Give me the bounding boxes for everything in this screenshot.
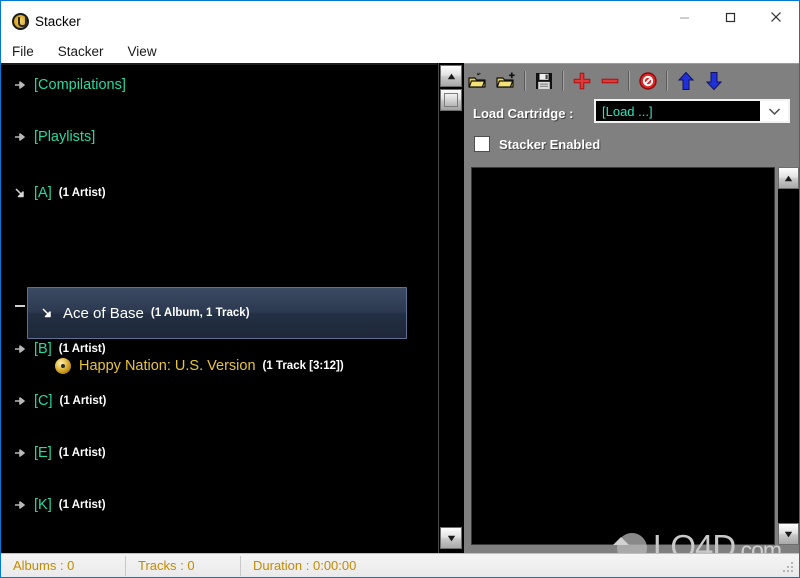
tree-item-count: (1 Artist) <box>59 395 107 407</box>
open-folder-button[interactable] <box>464 67 492 95</box>
load-cartridge-value: [Load ...] <box>602 103 653 119</box>
save-button[interactable] <box>530 67 558 95</box>
app-logo-icon <box>12 12 29 30</box>
remove-button[interactable] <box>596 67 624 95</box>
stacker-list-scrollbar[interactable] <box>778 167 799 545</box>
tree-item-group-a[interactable]: [A] (1 Artist) <box>1 179 437 207</box>
stacker-enabled-label: Stacker Enabled <box>499 136 601 152</box>
artist-label: Ace of Base <box>63 304 144 322</box>
menu-bar: File Stacker View <box>1 41 799 63</box>
tree-item-label: [Compilations] <box>34 77 126 93</box>
menu-item-view[interactable]: View <box>128 43 168 61</box>
window-controls <box>661 1 799 33</box>
stacker-enabled-row[interactable]: Stacker Enabled <box>464 131 799 157</box>
arrow-right-icon <box>13 446 27 460</box>
tree-item-group-e[interactable]: [E] (1 Artist) <box>1 439 437 467</box>
scroll-down-icon[interactable] <box>440 527 462 549</box>
tree-item-playlists[interactable]: [Playlists] <box>1 123 437 151</box>
tree-item-group-c[interactable]: [C] (1 Artist) <box>1 387 437 415</box>
scroll-down-icon[interactable] <box>778 523 799 545</box>
tree-item-label: [A] <box>34 185 52 201</box>
clear-button[interactable] <box>634 67 662 95</box>
artist-count: (1 Album, 1 Track) <box>150 307 250 319</box>
tree-item-artist-selected[interactable]: Ace of Base (1 Album, 1 Track) <box>27 287 407 339</box>
tree-item-group-b[interactable]: [B] (1 Artist) <box>1 335 437 363</box>
minimize-icon[interactable] <box>661 1 707 33</box>
resize-grip[interactable] <box>782 561 795 574</box>
title-bar: Stacker <box>1 1 799 41</box>
main-body: [Compilations] [Playlists] [A] (1 Artist… <box>1 63 799 553</box>
collapse-minus-icon[interactable] <box>15 305 25 307</box>
chevron-down-icon[interactable] <box>760 101 788 121</box>
scroll-up-icon[interactable] <box>440 65 462 87</box>
tree-item-count: (1 Artist) <box>58 499 106 511</box>
tree-item-label: [E] <box>34 445 52 461</box>
stacker-window: Stacker File Stacker View [Compilations]… <box>0 0 800 578</box>
tree-item-label: [Playlists] <box>34 129 96 145</box>
tree-item-count: (1 Artist) <box>58 187 106 199</box>
menu-item-file[interactable]: File <box>12 43 45 61</box>
arrow-right-icon <box>13 498 27 512</box>
scroll-up-icon[interactable] <box>778 167 799 189</box>
title-bar-left: Stacker <box>12 10 81 32</box>
toolbar-separator <box>628 70 630 91</box>
stacker-toolbar <box>464 63 799 97</box>
tree-item-label: [K] <box>34 497 52 513</box>
tree-item-count: (1 Artist) <box>58 447 106 459</box>
stacker-list[interactable] <box>471 167 775 545</box>
window-title: Stacker <box>35 13 81 29</box>
tree-item-compilations[interactable]: [Compilations] <box>1 71 437 99</box>
arrow-down-right-icon <box>40 306 54 320</box>
scroll-thumb[interactable] <box>440 89 462 111</box>
arrow-right-icon <box>13 78 27 92</box>
status-albums: Albums : 0 <box>13 558 75 573</box>
library-tree[interactable]: [Compilations] [Playlists] [A] (1 Artist… <box>1 63 437 553</box>
arrow-right-icon <box>13 130 27 144</box>
tree-item-count: (1 Artist) <box>58 343 106 355</box>
add-button[interactable] <box>568 67 596 95</box>
toolbar-separator <box>524 70 526 91</box>
menu-item-stacker[interactable]: Stacker <box>58 43 115 61</box>
arrow-down-right-icon <box>13 186 27 200</box>
toolbar-separator <box>666 70 668 91</box>
stacker-enabled-checkbox[interactable] <box>474 136 490 152</box>
stacker-panel: Load Cartridge : [Load ...] Stacker Enab… <box>464 63 799 553</box>
move-up-button[interactable] <box>672 67 700 95</box>
load-cartridge-select[interactable]: [Load ...] <box>594 99 790 123</box>
status-bar: Albums : 0 Tracks : 0 Duration : 0:00:00 <box>1 553 799 577</box>
tree-item-label: [B] <box>34 341 52 357</box>
maximize-icon[interactable] <box>707 1 753 33</box>
new-folder-button[interactable] <box>492 67 520 95</box>
arrow-right-icon <box>13 342 27 356</box>
tree-item-group-k[interactable]: [K] (1 Artist) <box>1 491 437 519</box>
close-icon[interactable] <box>753 1 799 33</box>
tree-item-label: [C] <box>34 393 53 409</box>
arrow-right-icon <box>13 394 27 408</box>
status-duration: Duration : 0:00:00 <box>253 558 357 573</box>
toolbar-separator <box>562 70 564 91</box>
status-tracks: Tracks : 0 <box>138 558 195 573</box>
tree-scrollbar[interactable] <box>438 63 463 553</box>
move-down-button[interactable] <box>700 67 728 95</box>
load-cartridge-row: Load Cartridge : [Load ...] <box>464 99 799 127</box>
load-cartridge-label: Load Cartridge : <box>473 105 574 121</box>
